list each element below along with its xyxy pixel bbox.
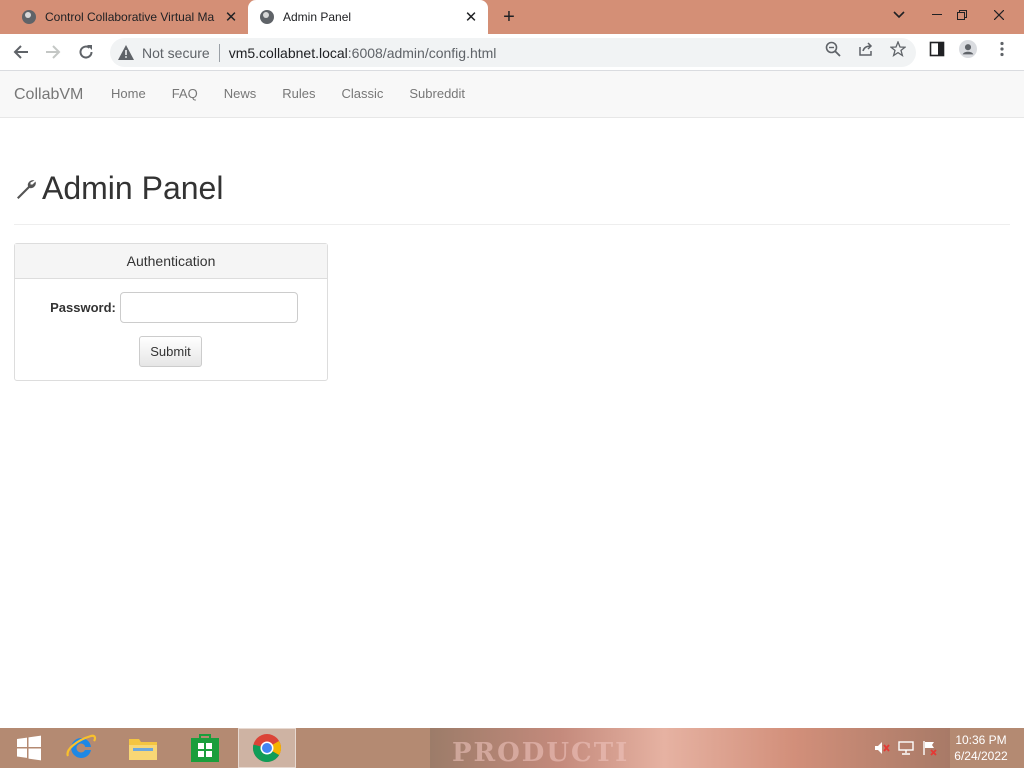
windows-logo-icon — [17, 735, 41, 761]
browser-toolbar: Not secure vm5.collabnet.local:6008/admi… — [0, 34, 1024, 71]
back-arrow-icon[interactable] — [9, 40, 33, 64]
page-title: Admin Panel — [42, 170, 224, 206]
url-path: :6008/admin/config.html — [347, 44, 497, 61]
globe-icon — [260, 10, 274, 24]
close-tab-icon[interactable]: ✕ — [222, 8, 240, 26]
nav-link-faq[interactable]: FAQ — [159, 86, 211, 101]
wrench-icon — [14, 177, 38, 201]
page-header: Admin Panel — [14, 170, 223, 207]
start-button[interactable] — [0, 728, 58, 768]
zoom-icon[interactable] — [824, 40, 842, 58]
volume-muted-icon[interactable] — [872, 728, 892, 768]
password-input[interactable] — [119, 292, 298, 323]
tab-title: Admin Panel — [283, 10, 352, 24]
restore-icon[interactable] — [945, 0, 979, 30]
nav-links: Home FAQ News Rules Classic Subreddit — [98, 86, 478, 101]
url-host: vm5.collabnet.local — [228, 44, 348, 61]
close-window-icon[interactable] — [982, 0, 1016, 30]
nav-link-news[interactable]: News — [211, 86, 270, 101]
taskbar: PRODUCTI 10:36 PM 6/24/2022 — [0, 728, 1024, 768]
submit-button[interactable]: Submit — [139, 336, 202, 367]
tab-admin-panel[interactable]: Admin Panel ✕ — [248, 0, 488, 34]
wallpaper-text: PRODUCTI — [452, 738, 630, 768]
tab-search-icon[interactable] — [882, 0, 916, 30]
share-icon[interactable] — [857, 40, 875, 58]
clock-date: 6/24/2022 — [954, 749, 1008, 763]
close-tab-icon[interactable]: ✕ — [462, 8, 480, 26]
tab-title: Control Collaborative Virtual Ma — [45, 10, 215, 24]
bookmark-star-icon[interactable] — [889, 40, 907, 58]
action-center-flag-icon[interactable] — [920, 728, 940, 768]
warning-triangle-icon[interactable] — [118, 45, 134, 61]
nav-link-classic[interactable]: Classic — [328, 86, 396, 101]
password-row: Password: — [15, 292, 327, 323]
address-bar[interactable]: Not secure vm5.collabnet.local:6008/admi… — [110, 38, 916, 67]
store-icon[interactable] — [176, 728, 234, 768]
site-brand[interactable]: CollabVM — [14, 86, 83, 104]
clock-time: 10:36 PM — [955, 733, 1007, 747]
internet-explorer-icon[interactable] — [52, 728, 110, 768]
file-explorer-icon[interactable] — [114, 728, 172, 768]
panel-heading: Authentication — [15, 244, 327, 279]
divider — [218, 43, 220, 62]
forward-arrow-icon[interactable] — [41, 40, 65, 64]
system-clock[interactable]: 10:36 PM 6/24/2022 — [946, 732, 1016, 764]
tab-collabvm[interactable]: Control Collaborative Virtual Ma ✕ — [8, 0, 248, 34]
side-panel-icon[interactable] — [928, 40, 946, 58]
nav-link-subreddit[interactable]: Subreddit — [396, 86, 478, 101]
security-status-label[interactable]: Not secure — [142, 45, 210, 61]
reload-icon[interactable] — [74, 40, 98, 64]
authentication-panel: Authentication Password: Submit — [14, 243, 328, 381]
profile-avatar-icon[interactable] — [959, 40, 977, 58]
chrome-icon — [252, 734, 281, 763]
divider — [14, 224, 1010, 225]
password-label: Password: — [50, 300, 116, 315]
chrome-taskbar-button[interactable] — [238, 728, 296, 768]
site-navbar: CollabVM Home FAQ News Rules Classic Sub… — [0, 71, 1024, 118]
network-icon[interactable] — [896, 728, 916, 768]
more-menu-icon[interactable] — [993, 40, 1011, 58]
new-tab-button[interactable]: + — [498, 6, 520, 28]
nav-link-home[interactable]: Home — [98, 86, 159, 101]
nav-link-rules[interactable]: Rules — [269, 86, 328, 101]
tab-strip: Control Collaborative Virtual Ma ✕ Admin… — [0, 0, 1024, 34]
globe-icon — [22, 10, 36, 24]
